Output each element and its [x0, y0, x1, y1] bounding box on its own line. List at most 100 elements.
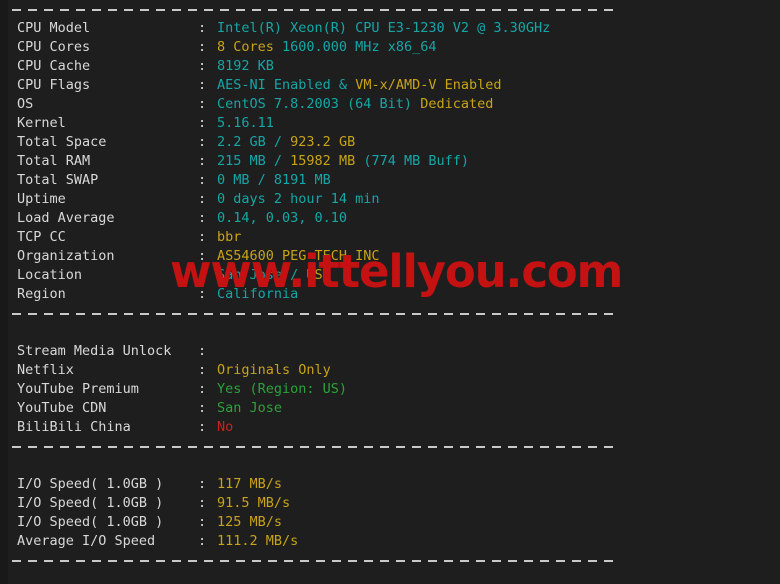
- row-colon: :: [198, 400, 207, 416]
- row-colon: :: [198, 476, 207, 492]
- value-part: 923.2 GB: [290, 134, 356, 150]
- info-row: CPU Flags: AES-NI Enabled & VM-x/AMD-V En…: [0, 76, 780, 95]
- info-row: Total Space:2.2 GB / 923.2 GB: [0, 133, 780, 152]
- value-part: 15982 MB: [290, 153, 356, 169]
- row-value: California: [217, 286, 298, 302]
- row-value: bbr: [217, 229, 241, 245]
- row-value: San Jose / US: [217, 267, 323, 283]
- value-part: 111.2 MB/s: [217, 533, 299, 549]
- row-label: Organization: [17, 248, 115, 264]
- row-label: I/O Speed( 1.0GB ): [17, 495, 164, 511]
- row-colon: :: [198, 172, 207, 188]
- row-value: 117 MB/s: [217, 476, 282, 492]
- row-label: YouTube Premium: [17, 381, 139, 397]
- dashed-rule: [12, 313, 613, 315]
- value-part: bbr: [217, 229, 242, 245]
- row-colon: :: [198, 229, 207, 245]
- row-label: I/O Speed( 1.0GB ): [17, 476, 164, 492]
- row-value: 8 Cores 1600.000 MHz x86_64: [217, 39, 436, 55]
- info-row: CPU Cores:8 Cores 1600.000 MHz x86_64: [0, 38, 780, 57]
- value-part: San Jose /: [217, 267, 307, 283]
- value-part: 2.2 GB: [217, 134, 266, 150]
- value-part: No: [217, 419, 234, 435]
- value-part: 1600.000 MHz x86_64: [273, 39, 437, 55]
- value-part: California: [217, 286, 299, 302]
- info-row: OS: CentOS 7.8.2003 (64 Bit) Dedicated: [0, 95, 780, 114]
- row-label: TCP CC: [17, 229, 66, 245]
- info-row: YouTube CDN: San Jose: [0, 399, 780, 418]
- info-row: TCP CC: bbr: [0, 228, 780, 247]
- value-part: /: [265, 134, 291, 150]
- row-value: Intel(R) Xeon(R) CPU E3-1230 V2 @ 3.30GH…: [217, 20, 550, 36]
- row-label: Load Average: [17, 210, 115, 226]
- row-value: San Jose: [217, 400, 282, 416]
- row-colon: :: [198, 96, 207, 112]
- value-part: 91.5 MB/s: [217, 495, 291, 511]
- row-colon: :: [198, 381, 207, 397]
- info-row: YouTube Premium: Yes (Region: US): [0, 380, 780, 399]
- value-part: Yes (Region: US): [217, 381, 348, 397]
- section-separator: [0, 0, 780, 19]
- row-label: Location: [17, 267, 83, 283]
- row-label: I/O Speed( 1.0GB ): [17, 514, 164, 530]
- row-colon: :: [198, 210, 207, 226]
- terminal-window: CPU Model: Intel(R) Xeon(R) CPU E3-1230 V…: [0, 0, 780, 584]
- row-value: 111.2 MB/s: [217, 533, 298, 549]
- info-row: CPU Model: Intel(R) Xeon(R) CPU E3-1230 V…: [0, 19, 780, 38]
- row-colon: :: [198, 153, 207, 169]
- value-part: San Jose: [217, 400, 283, 416]
- info-row: Total SWAP:0 MB / 8191 MB: [0, 171, 780, 190]
- row-colon: :: [198, 267, 207, 283]
- value-part: 0 days 2 hour 14 min: [217, 191, 380, 207]
- row-value: 125 MB/s: [217, 514, 282, 530]
- row-colon: :: [198, 248, 207, 264]
- value-part: AES-NI Enabled: [217, 77, 331, 93]
- value-part: 0.14, 0.03, 0.10: [217, 210, 348, 226]
- row-label: Region: [17, 286, 66, 302]
- value-part: 117 MB/s: [217, 476, 283, 492]
- row-value: 0 days 2 hour 14 min: [217, 191, 380, 207]
- row-label: CPU Model: [17, 20, 91, 36]
- info-row: Organization: AS54600 PEG TECH INC: [0, 247, 780, 266]
- value-part: VM-x/AMD-V Enabled: [355, 77, 502, 93]
- row-label: BiliBili China: [17, 419, 131, 435]
- row-colon: :: [198, 419, 207, 435]
- value-part: 125 MB/s: [217, 514, 283, 530]
- row-colon: :: [198, 362, 207, 378]
- row-label: Total Space: [17, 134, 107, 150]
- value-part: 0 MB / 8191 MB: [217, 172, 331, 188]
- row-value: Yes (Region: US): [217, 381, 347, 397]
- row-label: CPU Flags: [17, 77, 91, 93]
- info-row: Region: California: [0, 285, 780, 304]
- section-separator: [0, 551, 780, 570]
- row-label: Total RAM: [17, 153, 91, 169]
- info-row: BiliBili China: No: [0, 418, 780, 437]
- row-value: 2.2 GB / 923.2 GB: [217, 134, 355, 150]
- row-value: AES-NI Enabled & VM-x/AMD-V Enabled: [217, 77, 502, 93]
- row-colon: :: [198, 20, 207, 36]
- dashed-rule: [12, 446, 613, 448]
- value-part: &: [330, 77, 356, 93]
- row-label: Uptime: [17, 191, 66, 207]
- row-colon: :: [198, 514, 207, 530]
- info-row: Stream Media Unlock:: [0, 342, 780, 361]
- row-value: 5.16.11: [217, 115, 274, 131]
- info-row: Load Average:0.14, 0.03, 0.10: [0, 209, 780, 228]
- value-part: Intel(R) Xeon(R) CPU E3-1230 V2 @ 3.30GH…: [217, 20, 551, 36]
- section-separator: [0, 437, 780, 456]
- row-colon: :: [198, 495, 207, 511]
- row-colon: :: [198, 115, 207, 131]
- value-part: CentOS 7.8.2003 (64 Bit): [217, 96, 421, 112]
- dashed-rule: [12, 560, 613, 562]
- row-colon: :: [198, 533, 207, 549]
- info-row: Average I/O Speed:111.2 MB/s: [0, 532, 780, 551]
- info-row: CPU Cache:8192 KB: [0, 57, 780, 76]
- section-separator: [0, 304, 780, 323]
- row-value: 0.14, 0.03, 0.10: [217, 210, 347, 226]
- row-label: OS: [17, 96, 34, 112]
- row-label: Total SWAP: [17, 172, 99, 188]
- info-row: I/O Speed( 1.0GB ):125 MB/s: [0, 513, 780, 532]
- row-label: YouTube CDN: [17, 400, 107, 416]
